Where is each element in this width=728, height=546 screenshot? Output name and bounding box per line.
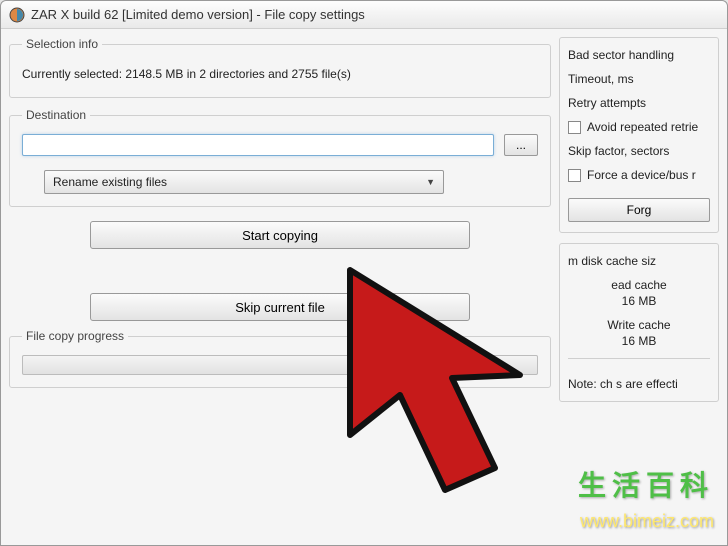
skip-factor-label: Skip factor, sectors <box>568 144 710 158</box>
app-window: ZAR X build 62 [Limited demo version] - … <box>0 0 728 546</box>
bad-sector-group: Bad sector handling Timeout, ms Retry at… <box>559 37 719 233</box>
write-cache-block: Write cache 16 MB <box>568 318 710 348</box>
avoid-retries-checkbox[interactable] <box>568 121 581 134</box>
destination-row: ... <box>22 134 538 156</box>
max-cache-label: m disk cache siz <box>568 254 710 268</box>
selection-info-legend: Selection info <box>22 37 102 51</box>
destination-group: Destination ... Rename existing files ▼ <box>9 108 551 207</box>
left-column: Selection info Currently selected: 2148.… <box>9 37 551 537</box>
chevron-down-icon: ▼ <box>426 177 435 187</box>
window-title: ZAR X build 62 [Limited demo version] - … <box>31 7 365 22</box>
conflict-dropdown[interactable]: Rename existing files ▼ <box>44 170 444 194</box>
read-cache-block: ead cache 16 MB <box>568 278 710 308</box>
progress-group: File copy progress <box>9 329 551 388</box>
forget-button[interactable]: Forg <box>568 198 710 222</box>
read-cache-value: 16 MB <box>568 294 710 308</box>
selection-info-group: Selection info Currently selected: 2148.… <box>9 37 551 98</box>
right-column: Bad sector handling Timeout, ms Retry at… <box>559 37 719 537</box>
start-copying-button[interactable]: Start copying <box>90 221 470 249</box>
titlebar: ZAR X build 62 [Limited demo version] - … <box>1 1 727 29</box>
browse-button[interactable]: ... <box>504 134 538 156</box>
write-cache-label: Write cache <box>568 318 710 332</box>
force-device-checkbox[interactable] <box>568 169 581 182</box>
note-text: Note: ch s are effecti <box>568 377 710 391</box>
retry-label: Retry attempts <box>568 96 710 110</box>
content-area: Selection info Currently selected: 2148.… <box>1 29 727 545</box>
skip-current-file-button[interactable]: Skip current file <box>90 293 470 321</box>
write-cache-value: 16 MB <box>568 334 710 348</box>
avoid-retries-row[interactable]: Avoid repeated retrie <box>568 120 710 134</box>
progress-legend: File copy progress <box>22 329 128 343</box>
destination-path-input[interactable] <box>22 134 494 156</box>
force-device-label: Force a device/bus r <box>587 168 696 182</box>
timeout-label: Timeout, ms <box>568 72 710 86</box>
destination-legend: Destination <box>22 108 90 122</box>
bad-sector-legend: Bad sector handling <box>568 48 710 62</box>
app-icon <box>9 7 25 23</box>
selection-info-text: Currently selected: 2148.5 MB in 2 direc… <box>22 63 538 85</box>
avoid-retries-label: Avoid repeated retrie <box>587 120 698 134</box>
read-cache-label: ead cache <box>568 278 710 292</box>
conflict-selected-label: Rename existing files <box>53 175 167 189</box>
progress-bar <box>22 355 538 375</box>
divider <box>568 358 710 359</box>
cache-group: m disk cache siz ead cache 16 MB Write c… <box>559 243 719 402</box>
force-device-row[interactable]: Force a device/bus r <box>568 168 710 182</box>
